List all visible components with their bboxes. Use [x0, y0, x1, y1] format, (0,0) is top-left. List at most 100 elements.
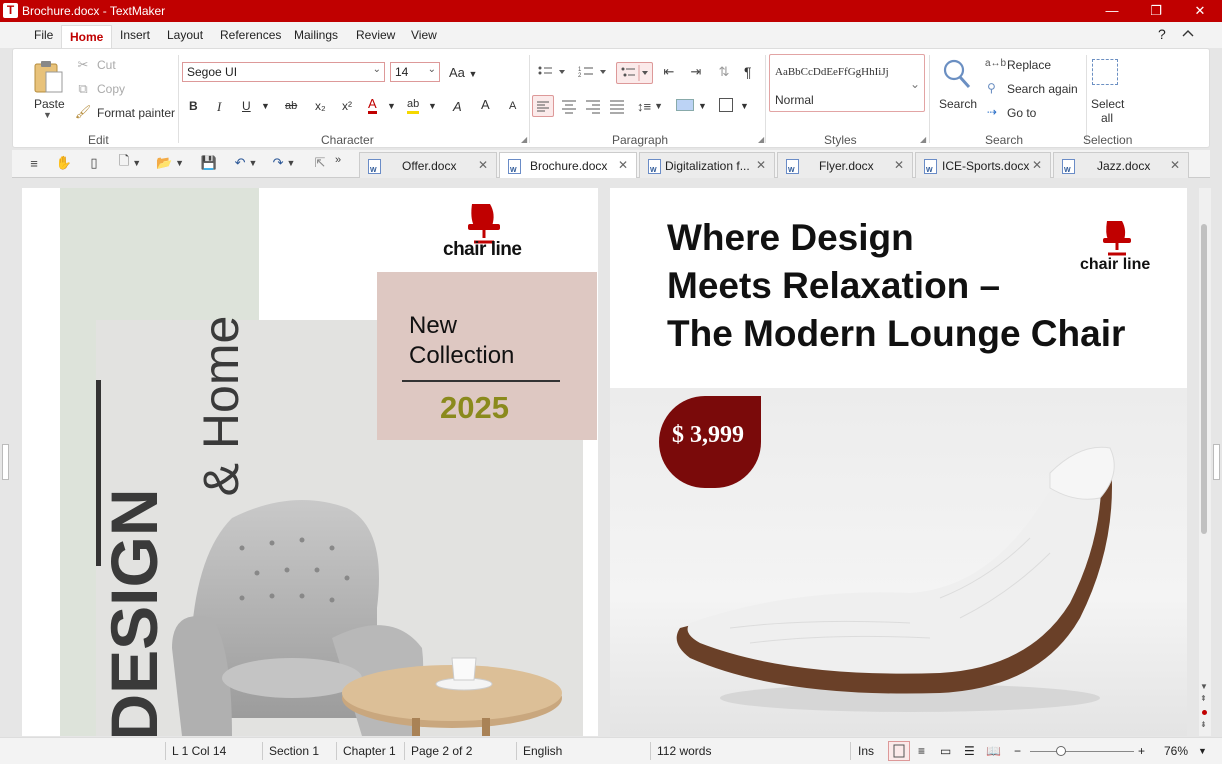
doc-tab[interactable]: W Jazz.docx ✕: [1053, 152, 1189, 178]
close-button[interactable]: ✕: [1178, 0, 1222, 22]
zoom-dropdown[interactable]: ▼: [1198, 746, 1207, 756]
doc-tab[interactable]: W Flyer.docx ✕: [777, 152, 913, 178]
underline-button[interactable]: U: [242, 99, 251, 113]
tab-review[interactable]: Review: [356, 28, 395, 42]
search-button[interactable]: Search: [939, 97, 977, 111]
view-page-button[interactable]: [888, 741, 910, 761]
tab-view[interactable]: View: [411, 28, 437, 42]
tab-insert[interactable]: Insert: [120, 28, 150, 42]
bullet-list-icon[interactable]: [537, 65, 569, 79]
scrollbar-thumb[interactable]: [1201, 224, 1207, 534]
view-continuous-icon[interactable]: ≡: [918, 744, 925, 758]
superscript-button[interactable]: x²: [342, 99, 352, 113]
subscript-button[interactable]: x₂: [315, 99, 326, 113]
zoom-slider-thumb[interactable]: [1056, 746, 1066, 756]
zoom-in-button[interactable]: +: [1138, 744, 1145, 758]
justify-icon[interactable]: [607, 97, 627, 115]
change-case-button[interactable]: Aa ▼: [449, 65, 477, 80]
cut-button[interactable]: Cut: [97, 58, 116, 72]
zoom-level[interactable]: 76%: [1164, 744, 1188, 758]
borders-dropdown[interactable]: ▼: [740, 101, 749, 111]
styles-gallery[interactable]: AaBbCcDdEeFfGgHhIiJj Normal ⌄: [769, 54, 925, 112]
show-formatting-button[interactable]: ¶: [744, 64, 752, 80]
multilevel-list-button[interactable]: [616, 62, 653, 84]
font-color-button[interactable]: A: [368, 97, 377, 114]
new-document-icon[interactable]: 🗋 ▼: [115, 153, 145, 171]
goto-button[interactable]: Go to: [1007, 106, 1036, 120]
close-tab-icon[interactable]: ✕: [894, 158, 904, 172]
underline-dropdown[interactable]: ▼: [261, 101, 270, 111]
close-tab-icon[interactable]: ✕: [478, 158, 488, 172]
numbered-list-icon[interactable]: 1 2: [578, 65, 610, 79]
doc-tab[interactable]: W Digitalization f... ✕: [639, 152, 775, 178]
zoom-slider-track[interactable]: [1030, 751, 1134, 752]
view-draft-icon[interactable]: ▭: [940, 744, 951, 758]
font-color-dropdown[interactable]: ▼: [387, 101, 396, 111]
styles-dialog-launcher[interactable]: ◢: [920, 135, 926, 144]
prev-page-icon[interactable]: ⇞: [1200, 694, 1207, 703]
font-name-combo[interactable]: Segoe UI ⌄: [182, 62, 385, 82]
close-tab-icon[interactable]: ✕: [756, 158, 766, 172]
language-indicator[interactable]: English: [523, 744, 562, 758]
left-panel-handle[interactable]: [2, 444, 9, 480]
insert-mode[interactable]: Ins: [858, 744, 874, 758]
format-painter-button[interactable]: Format painter: [97, 106, 175, 120]
sort-icon[interactable]: ⇅: [715, 64, 733, 79]
more-tools-icon[interactable]: »: [332, 153, 344, 167]
vertical-scrollbar[interactable]: ▼ ⇞ ⇟: [1199, 188, 1211, 736]
right-panel-handle[interactable]: [1213, 444, 1220, 480]
indent-decrease-icon[interactable]: ⇤: [660, 64, 678, 79]
open-folder-icon[interactable]: 📂 ▼: [153, 155, 187, 171]
select-all-line1[interactable]: Select: [1091, 97, 1124, 111]
minimize-button[interactable]: —: [1090, 0, 1134, 22]
doc-tab-active[interactable]: W Brochure.docx ✕: [499, 152, 637, 178]
magnifier-icon[interactable]: [942, 58, 972, 90]
grow-font-button[interactable]: A: [481, 97, 490, 112]
undo-icon[interactable]: ↶ ▼: [230, 155, 262, 171]
search-again-button[interactable]: Search again: [1007, 82, 1078, 96]
italic-button[interactable]: I: [217, 99, 221, 115]
paragraph-dialog-launcher[interactable]: ◢: [758, 135, 764, 144]
page-right[interactable]: Where Design Meets Relaxation – The Mode…: [610, 188, 1187, 736]
align-left-button[interactable]: [532, 95, 554, 117]
indent-increase-icon[interactable]: ⇥: [687, 64, 705, 79]
tab-file[interactable]: File: [34, 28, 53, 42]
outline-view-icon[interactable]: ≡: [26, 156, 42, 171]
help-button[interactable]: ?: [1158, 26, 1166, 42]
document-area[interactable]: chair line New Collection 2025 DESIGN & …: [12, 188, 1199, 736]
doc-tab[interactable]: W Offer.docx ✕: [359, 152, 497, 178]
tab-home[interactable]: Home: [61, 25, 113, 49]
select-all-icon[interactable]: [1092, 59, 1118, 85]
close-tab-icon[interactable]: ✕: [618, 158, 628, 172]
paste-dropdown-icon[interactable]: ▼: [43, 110, 52, 120]
scroll-down-arrow[interactable]: ▼: [1200, 682, 1208, 691]
character-dialog-launcher[interactable]: ◢: [521, 135, 527, 144]
clear-format-button[interactable]: A: [453, 99, 462, 114]
replace-button[interactable]: Replace: [1007, 58, 1051, 72]
page-view-icon[interactable]: ▯: [86, 155, 102, 171]
select-all-line2[interactable]: all: [1101, 111, 1113, 125]
redo-icon[interactable]: ↷ ▼: [268, 155, 300, 171]
highlight-button[interactable]: ab: [407, 97, 420, 114]
view-outline-icon[interactable]: ☰: [964, 744, 975, 758]
next-page-icon[interactable]: ⇟: [1200, 720, 1207, 729]
pointer-icon[interactable]: ⇱: [312, 155, 328, 171]
shrink-font-button[interactable]: A: [509, 100, 516, 112]
tab-references[interactable]: References: [220, 28, 281, 42]
view-book-icon[interactable]: 📖: [986, 744, 1001, 758]
shading-dropdown[interactable]: ▼: [698, 101, 707, 111]
maximize-button[interactable]: ❐: [1134, 0, 1178, 22]
browse-object-icon[interactable]: [1202, 710, 1207, 715]
save-icon[interactable]: 💾: [200, 155, 218, 171]
zoom-out-button[interactable]: −: [1014, 744, 1021, 758]
chevron-down-icon[interactable]: ⌄: [910, 77, 920, 91]
close-tab-icon[interactable]: ✕: [1170, 158, 1180, 172]
highlight-dropdown[interactable]: ▼: [428, 101, 437, 111]
line-spacing-icon[interactable]: ↕≡ ▼: [633, 97, 667, 115]
page-left[interactable]: chair line New Collection 2025 DESIGN & …: [22, 188, 598, 736]
align-center-icon[interactable]: [559, 97, 579, 115]
align-right-icon[interactable]: [583, 97, 603, 115]
bold-button[interactable]: B: [189, 99, 198, 113]
paste-label[interactable]: Paste: [34, 97, 65, 111]
close-tab-icon[interactable]: ✕: [1032, 158, 1042, 172]
